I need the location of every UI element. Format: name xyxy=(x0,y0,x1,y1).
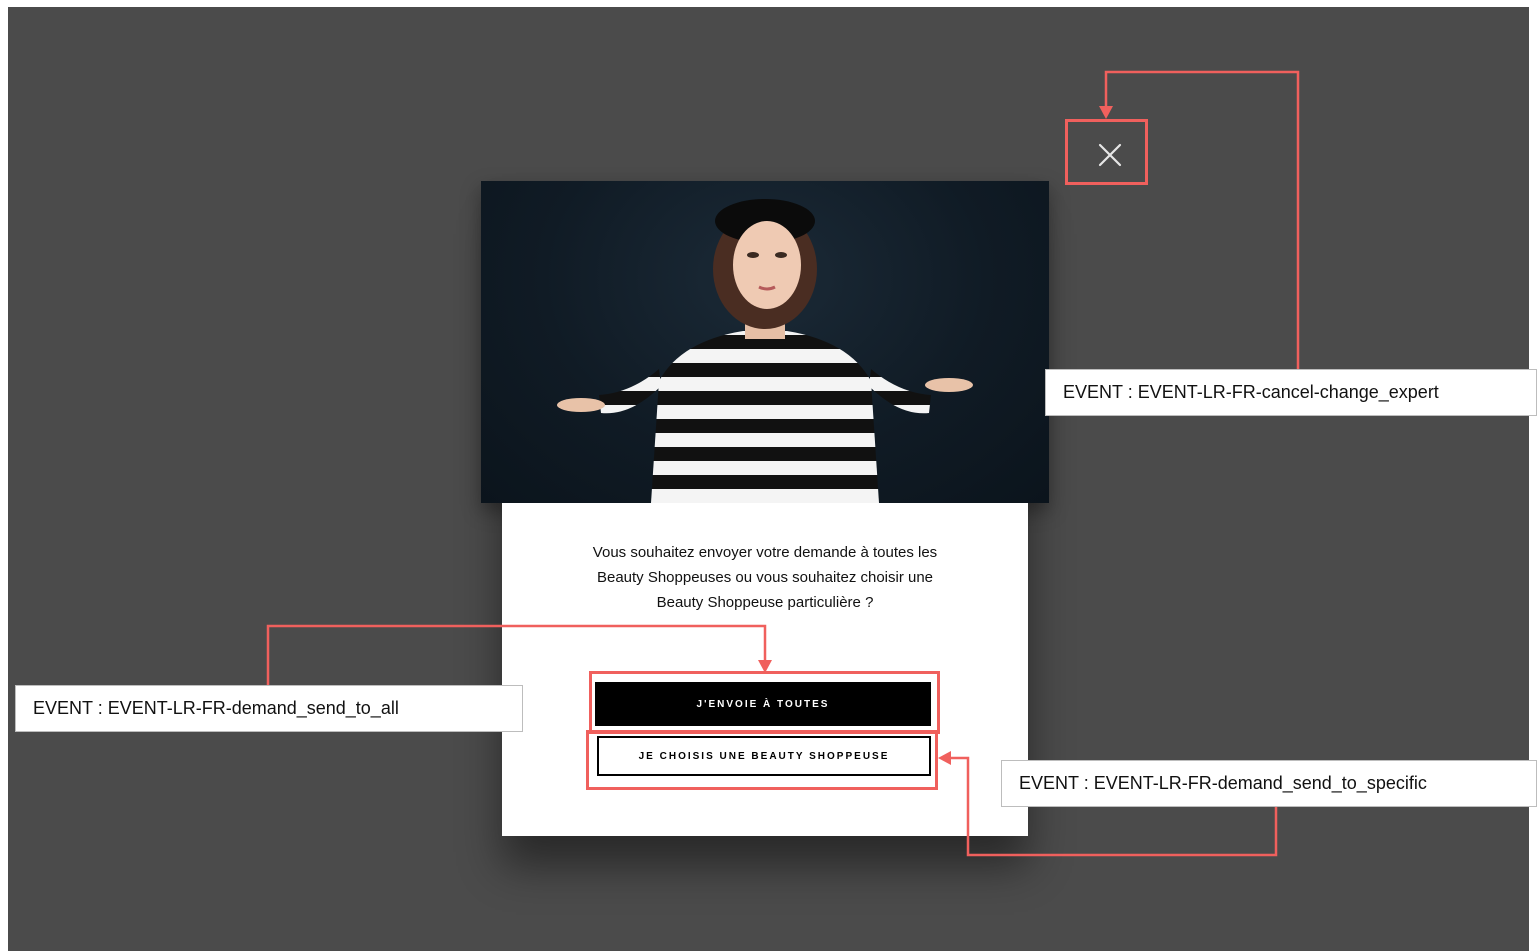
close-highlight xyxy=(1065,119,1148,185)
modal-question: Vous souhaitez envoyer votre demande à t… xyxy=(592,544,938,611)
send-to-all-event-label: EVENT : EVENT-LR-FR-demand_send_to_all xyxy=(15,685,523,732)
send-to-all-highlight xyxy=(589,671,940,734)
cancel-event-label: EVENT : EVENT-LR-FR-cancel-change_expert xyxy=(1045,369,1537,416)
send-to-specific-event-label: EVENT : EVENT-LR-FR-demand_send_to_speci… xyxy=(1001,760,1537,807)
hero-photo xyxy=(481,181,1049,503)
choose-specific-highlight xyxy=(586,730,938,790)
